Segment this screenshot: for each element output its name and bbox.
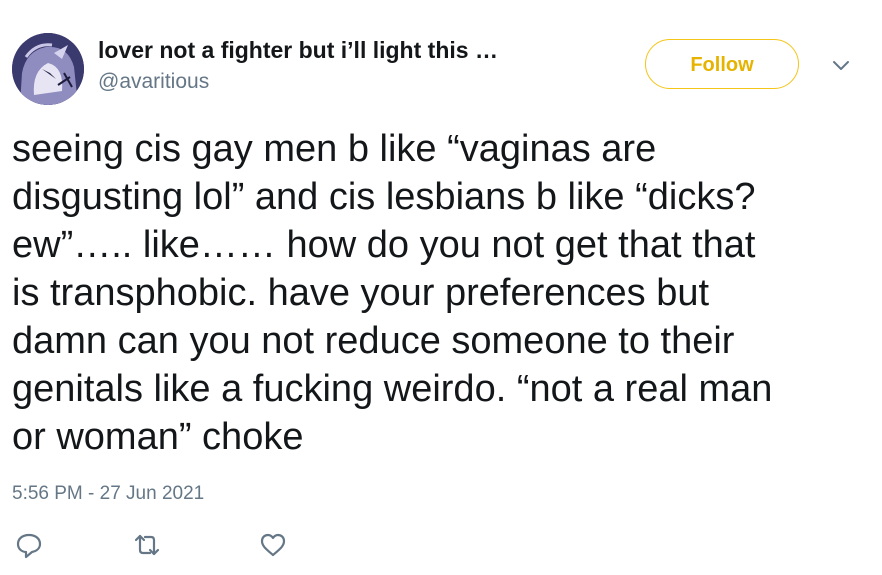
tweet-timestamp[interactable]: 5:56 PM - 27 Jun 2021: [12, 483, 204, 505]
avatar[interactable]: [12, 33, 84, 105]
like-button[interactable]: [256, 528, 290, 562]
display-name[interactable]: lover not a fighter but i’ll light this …: [98, 37, 498, 64]
retweet-button[interactable]: [130, 528, 164, 562]
chevron-down-icon[interactable]: [830, 58, 852, 74]
reply-icon: [16, 533, 42, 559]
heart-icon: [260, 533, 286, 557]
profile-avatar-icon: [12, 33, 84, 105]
tweet-text: seeing cis gay men b like “vaginas are d…: [12, 128, 773, 458]
tweet-card: lover not a fighter but i’ll light this …: [0, 0, 882, 575]
follow-button[interactable]: Follow: [645, 39, 799, 89]
retweet-icon: [134, 534, 160, 556]
user-handle[interactable]: @avaritious: [98, 70, 209, 94]
reply-button[interactable]: [12, 528, 46, 562]
